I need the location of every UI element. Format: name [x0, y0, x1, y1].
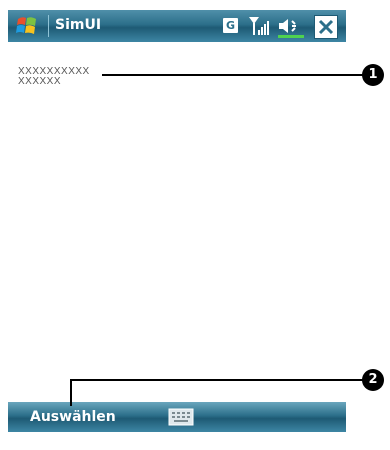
content-area: XXXXXXXXXX XXXXXX: [8, 42, 346, 402]
title-bar: SimUI G: [8, 10, 346, 42]
signal-strength-icon[interactable]: [248, 14, 272, 38]
windows-start-icon[interactable]: [12, 12, 42, 40]
volume-icon[interactable]: [276, 14, 306, 40]
callout-2-stem: [70, 379, 72, 406]
app-title: SimUI: [55, 17, 102, 33]
gprs-icon[interactable]: G: [223, 18, 238, 33]
title-separator: [48, 15, 49, 37]
callout-2-line: [70, 379, 366, 381]
callout-1-badge: 1: [362, 64, 384, 86]
keyboard-icon[interactable]: [168, 408, 194, 426]
item-text-line-2[interactable]: XXXXXX: [18, 76, 61, 87]
close-icon[interactable]: [314, 15, 338, 39]
callout-2-badge: 2: [362, 369, 384, 391]
callout-1-line: [102, 74, 366, 76]
bottom-menu-bar: Auswählen: [8, 402, 346, 432]
device-screen: SimUI G XXXXXXXXXX XXXXXX Auswählen: [8, 10, 346, 450]
left-softkey[interactable]: Auswählen: [30, 409, 116, 425]
